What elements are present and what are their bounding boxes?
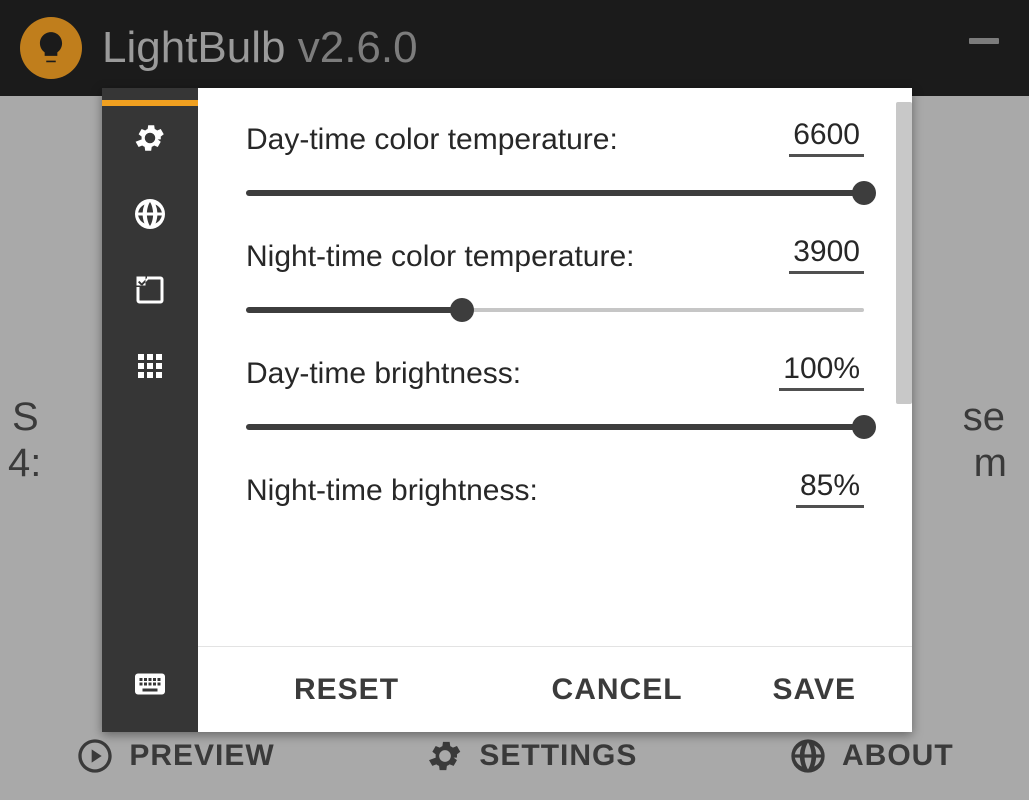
bg-text: m	[974, 441, 1007, 486]
day-bright-slider[interactable]	[246, 413, 864, 441]
scrollbar[interactable]	[896, 102, 912, 404]
night-bright-row: Night-time brightness: 85%	[246, 469, 864, 508]
settings-button[interactable]: SETTINGS	[425, 736, 637, 776]
sidebar-item-hotkeys[interactable]	[102, 646, 198, 722]
globe-icon	[788, 736, 828, 776]
preview-button[interactable]: PREVIEW	[75, 736, 274, 776]
sidebar-item-location[interactable]	[102, 176, 198, 252]
play-circle-icon	[75, 736, 115, 776]
settings-dialog: Day-time color temperature: 6600 Night-t…	[102, 88, 912, 732]
about-label: ABOUT	[842, 739, 954, 773]
day-temp-row: Day-time color temperature: 6600	[246, 118, 864, 207]
app-version: v2.6.0	[298, 23, 418, 72]
sidebar-item-grid[interactable]	[102, 328, 198, 404]
preview-label: PREVIEW	[129, 739, 274, 773]
settings-sidebar	[102, 88, 198, 732]
sidebar-item-rules[interactable]	[102, 252, 198, 328]
night-temp-value[interactable]: 3900	[789, 235, 864, 274]
night-temp-row: Night-time color temperature: 3900	[246, 235, 864, 324]
settings-panel: Day-time color temperature: 6600 Night-t…	[198, 88, 912, 732]
day-temp-value[interactable]: 6600	[789, 118, 864, 157]
bg-text: S	[12, 395, 39, 440]
gear-icon	[132, 120, 168, 156]
slider-thumb[interactable]	[450, 298, 474, 322]
app-title: LightBulb v2.6.0	[102, 23, 418, 73]
day-bright-label: Day-time brightness:	[246, 357, 521, 391]
grid-icon	[132, 348, 168, 384]
night-temp-slider[interactable]	[246, 296, 864, 324]
day-bright-row: Day-time brightness: 100%	[246, 352, 864, 441]
day-temp-slider[interactable]	[246, 179, 864, 207]
globe-icon	[132, 196, 168, 232]
minimize-button[interactable]	[969, 38, 999, 44]
night-temp-label: Night-time color temperature:	[246, 240, 634, 274]
gear-icon	[425, 736, 465, 776]
bg-text: se	[963, 395, 1005, 440]
night-bright-label: Night-time brightness:	[246, 474, 538, 508]
footer-bar: PREVIEW SETTINGS ABOUT	[0, 736, 1029, 776]
day-bright-value[interactable]: 100%	[779, 352, 864, 391]
reset-button[interactable]: RESET	[294, 673, 399, 707]
save-button[interactable]: SAVE	[773, 673, 856, 707]
slider-thumb[interactable]	[852, 181, 876, 205]
app-window: LightBulb v2.6.0 S 4: se m PREVIEW SETTI…	[0, 0, 1029, 800]
keyboard-icon	[132, 666, 168, 702]
day-temp-label: Day-time color temperature:	[246, 123, 618, 157]
settings-label: SETTINGS	[479, 739, 637, 773]
app-name: LightBulb	[102, 23, 285, 72]
title-bar: LightBulb v2.6.0	[0, 0, 1029, 96]
bg-text: 4:	[8, 441, 41, 486]
dialog-actions: RESET CANCEL SAVE	[198, 646, 912, 732]
night-bright-value[interactable]: 85%	[796, 469, 864, 508]
about-button[interactable]: ABOUT	[788, 736, 954, 776]
lightbulb-icon	[32, 29, 70, 67]
slider-thumb[interactable]	[852, 415, 876, 439]
sidebar-item-general[interactable]	[102, 100, 198, 176]
app-logo	[20, 17, 82, 79]
cancel-button[interactable]: CANCEL	[552, 673, 683, 707]
checklist-icon	[132, 272, 168, 308]
